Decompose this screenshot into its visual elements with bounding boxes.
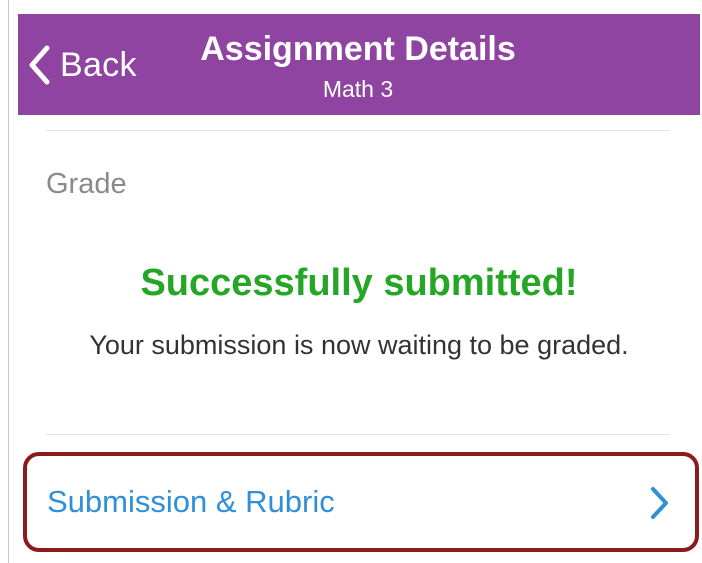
- back-button-label: Back: [60, 45, 137, 84]
- chevron-left-icon: [28, 45, 50, 85]
- assignment-details-screen: Back Assignment Details Math 3 Grade Suc…: [0, 0, 702, 563]
- back-button[interactable]: Back: [28, 40, 137, 90]
- page-title: Assignment Details: [200, 30, 516, 68]
- course-subtitle: Math 3: [322, 76, 394, 102]
- submission-success-headline: Successfully submitted!: [140, 262, 578, 304]
- screen-edge: [8, 0, 9, 563]
- section-divider-top: [46, 130, 670, 131]
- submission-waiting-message: Your submission is now waiting to be gra…: [89, 330, 629, 360]
- grade-section-label: Grade: [46, 168, 127, 200]
- submission-rubric-row[interactable]: Submission & Rubric: [23, 452, 699, 552]
- navigation-bar: Back Assignment Details Math 3: [18, 14, 700, 115]
- section-divider-bottom: [46, 434, 670, 435]
- submission-rubric-label: Submission & Rubric: [47, 484, 335, 519]
- chevron-right-icon: [649, 486, 669, 525]
